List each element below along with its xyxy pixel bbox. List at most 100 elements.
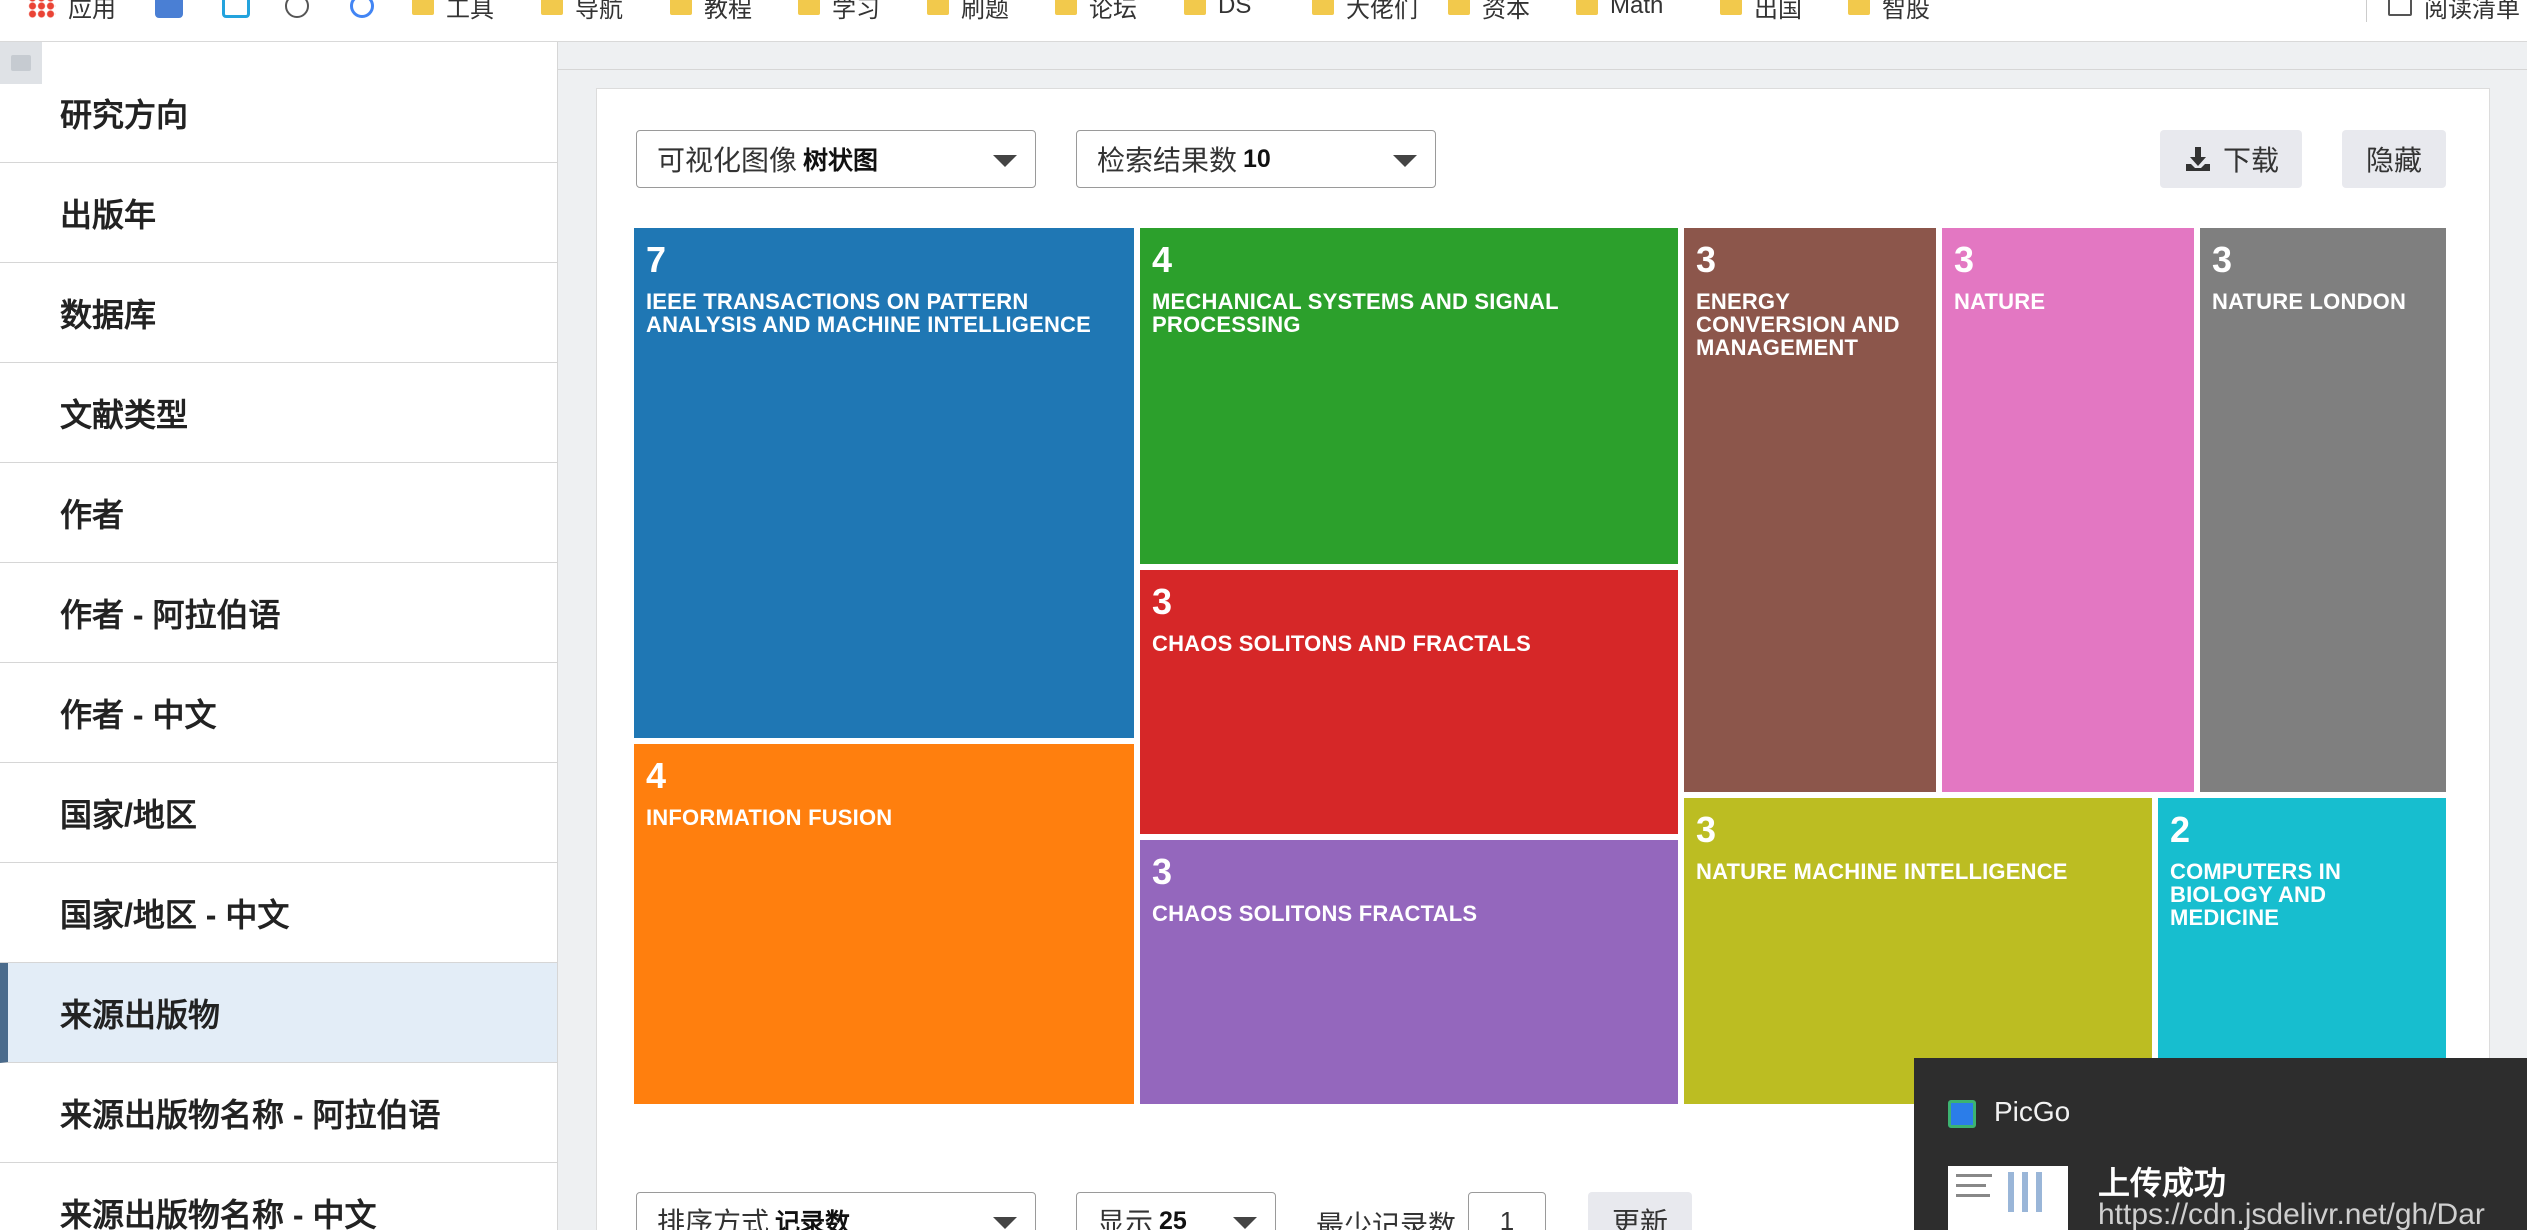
- treemap-tile[interactable]: 4 MECHANICAL SYSTEMS AND SIGNAL PROCESSIN…: [1140, 228, 1678, 564]
- sidebar-item-country-chinese[interactable]: 国家/地区 - 中文: [0, 863, 557, 963]
- folder-icon: [1448, 0, 1470, 15]
- bilibili-shortcut[interactable]: [222, 0, 262, 22]
- treemap-tile-count: 2: [2170, 809, 2191, 850]
- sidebar-item-label: 来源出版物名称 - 阿拉伯语: [60, 1096, 441, 1133]
- bookmark-folder-label: 学习: [832, 0, 880, 23]
- hide-label: 隐藏: [2365, 145, 2422, 176]
- treemap-tile-count: 4: [646, 755, 667, 796]
- sidebar-item-label: 来源出版物: [60, 996, 221, 1033]
- result-count-value: 10: [1243, 144, 1271, 173]
- sidebar-item-document-type[interactable]: 文献类型: [0, 363, 557, 463]
- result-count-label: 检索结果数: [1097, 145, 1238, 176]
- sidebar-item-database[interactable]: 数据库: [0, 263, 557, 363]
- sidebar-item-research-area[interactable]: 研究方向: [0, 63, 557, 163]
- min-records-input[interactable]: 1: [1468, 1192, 1546, 1230]
- sidebar-item-label: 作者 - 中文: [60, 696, 217, 733]
- sidebar-item-country[interactable]: 国家/地区: [0, 763, 557, 863]
- hide-button[interactable]: 隐藏: [2342, 130, 2446, 188]
- sidebar-item-author-chinese[interactable]: 作者 - 中文: [0, 663, 557, 763]
- treemap-tile-label: NATURE MACHINE INTELLIGENCE: [1696, 859, 2068, 884]
- sort-by-value: 记录数: [775, 1209, 851, 1230]
- bookmark-folder[interactable]: 出国: [1720, 0, 1802, 23]
- sidebar-item-label: 研究方向: [60, 96, 189, 133]
- sidebar-item-author[interactable]: 作者: [0, 463, 557, 563]
- bookmark-folder[interactable]: 教程: [670, 0, 752, 23]
- sidebar-item-source-title[interactable]: 来源出版物: [0, 963, 557, 1063]
- cat-icon: [285, 0, 309, 18]
- bookmark-folder[interactable]: 导航: [541, 0, 623, 23]
- folder-icon: [670, 0, 692, 15]
- treemap-tile[interactable]: 3 NATURE: [1942, 228, 2194, 792]
- bookmark-folder-label: 刷题: [961, 0, 1009, 23]
- bookmark-folder-label: 出国: [1754, 0, 1802, 23]
- picgo-notification[interactable]: PicGo 上传成功 https://cdn.jsdelivr.net/gh/D…: [1914, 1058, 2527, 1230]
- bookmark-folder-label: 论坛: [1089, 0, 1137, 23]
- bookmark-folder-label: 工具: [446, 0, 494, 23]
- bookmark-folder[interactable]: 资本: [1448, 0, 1530, 23]
- bookmark-folder[interactable]: 论坛: [1055, 0, 1137, 23]
- reading-list-icon: [2388, 0, 2412, 16]
- apps-grid-icon: [28, 0, 56, 18]
- notification-url: https://cdn.jsdelivr.net/gh/Dar: [2098, 1198, 2485, 1230]
- github-shortcut[interactable]: [285, 0, 321, 22]
- download-button[interactable]: 下载: [2160, 130, 2302, 188]
- bookmark-folder[interactable]: 智股: [1848, 0, 1930, 23]
- folder-icon: [1720, 0, 1742, 15]
- bookmark-folder-label: 教程: [704, 0, 752, 23]
- picgo-app-icon: [1948, 1100, 1976, 1128]
- treemap-tile-label: CHAOS SOLITONS AND FRACTALS: [1152, 631, 1531, 656]
- result-count-select[interactable]: 检索结果数 10: [1076, 130, 1436, 188]
- reading-list-label: 阅读清单: [2424, 0, 2520, 23]
- sidebar-item-publication-year[interactable]: 出版年: [0, 163, 557, 263]
- sidebar-item-source-title-chinese[interactable]: 来源出版物名称 - 中文: [0, 1163, 557, 1230]
- treemap-tile[interactable]: 4 INFORMATION FUSION: [634, 744, 1134, 1104]
- folder-icon: [1576, 0, 1598, 15]
- treemap-tile-count: 7: [646, 239, 667, 280]
- sidebar-item-source-title-arabic[interactable]: 来源出版物名称 - 阿拉伯语: [0, 1063, 557, 1163]
- chevron-down-icon: [1393, 155, 1417, 167]
- treemap-tile[interactable]: 7 IEEE TRANSACTIONS ON PATTERN ANALYSIS A…: [634, 228, 1134, 738]
- folder-icon: [927, 0, 949, 15]
- reading-list-button[interactable]: 阅读清单: [2388, 0, 2520, 23]
- treemap-tile-label: ENERGY CONVERSION AND MANAGEMENT: [1696, 289, 1900, 361]
- sidebar-item-label: 作者 - 阿拉伯语: [60, 596, 281, 633]
- treemap-tile-count: 3: [2212, 239, 2233, 280]
- bookmark-folder[interactable]: Math: [1576, 0, 1663, 22]
- bookmark-bar: 应用 工具 导航 教程 学习 刷题 论坛 DS 大佬们 资本 Math 出国 智…: [0, 0, 2527, 42]
- main-header-strip: [558, 42, 2527, 70]
- treemap-tile-label: INFORMATION FUSION: [646, 805, 893, 830]
- bookmark-folder[interactable]: DS: [1184, 0, 1251, 22]
- translate-shortcut[interactable]: [155, 0, 195, 22]
- bookmark-folder[interactable]: 工具: [412, 0, 494, 23]
- sidebar-item-author-arabic[interactable]: 作者 - 阿拉伯语: [0, 563, 557, 663]
- download-icon: [2185, 147, 2210, 171]
- treemap-tile[interactable]: 3 NATURE LONDON: [2200, 228, 2446, 792]
- show-count-select[interactable]: 显示 25: [1076, 1192, 1276, 1230]
- treemap-tile[interactable]: 3 CHAOS SOLITONS AND FRACTALS: [1140, 570, 1678, 834]
- chevron-down-icon: [993, 155, 1017, 167]
- bookmark-folder-label: 导航: [575, 0, 623, 23]
- visualization-type-select[interactable]: 可视化图像 树状图: [636, 130, 1036, 188]
- treemap-chart: 7 IEEE TRANSACTIONS ON PATTERN ANALYSIS A…: [634, 228, 2446, 1104]
- treemap-tile-count: 3: [1696, 809, 1717, 850]
- treemap-tile-count: 3: [1152, 851, 1173, 892]
- google-shortcut[interactable]: [350, 0, 386, 22]
- sort-by-select[interactable]: 排序方式 记录数: [636, 1192, 1036, 1230]
- bookmark-folder[interactable]: 刷题: [927, 0, 1009, 23]
- treemap-tile[interactable]: 3 ENERGY CONVERSION AND MANAGEMENT: [1684, 228, 1936, 792]
- folder-icon: [1055, 0, 1077, 15]
- treemap-tile[interactable]: 3 CHAOS SOLITONS FRACTALS: [1140, 840, 1678, 1104]
- treemap-tile-count: 3: [1152, 581, 1173, 622]
- bookmark-folder[interactable]: 学习: [798, 0, 880, 23]
- sidebar-item-label: 国家/地区: [60, 796, 197, 833]
- bookmark-folder[interactable]: 大佬们: [1312, 0, 1418, 23]
- folder-icon: [1184, 0, 1206, 15]
- update-button[interactable]: 更新: [1588, 1192, 1692, 1230]
- folder-icon: [412, 0, 434, 15]
- apps-shortcut[interactable]: 应用: [28, 0, 116, 23]
- folder-icon: [1848, 0, 1870, 15]
- treemap-tile-count: 4: [1152, 239, 1173, 280]
- sidebar-item-label: 国家/地区 - 中文: [60, 896, 290, 933]
- download-label: 下载: [2222, 145, 2279, 176]
- bookmark-folder-label: Math: [1610, 0, 1664, 19]
